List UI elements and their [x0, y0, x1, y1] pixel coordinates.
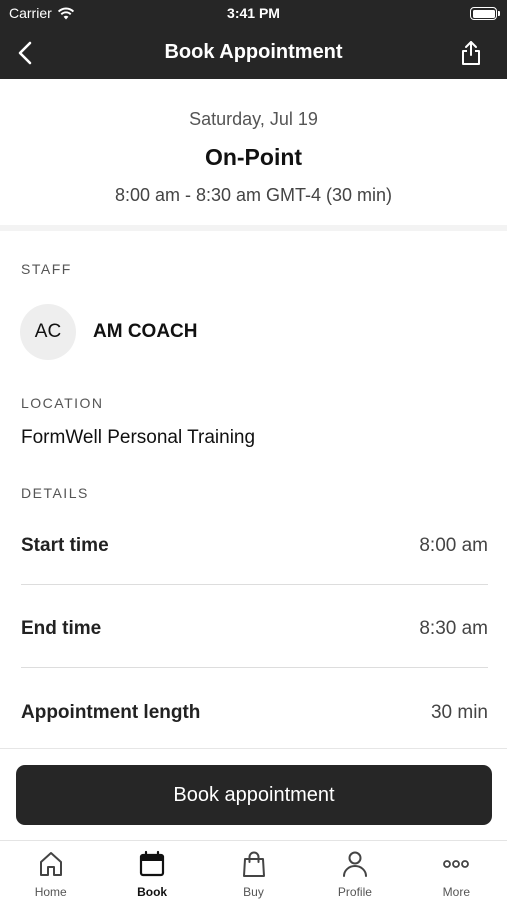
book-appointment-button[interactable]: Book appointment [16, 765, 492, 825]
appointment-date: Saturday, Jul 19 [189, 109, 318, 129]
staff-name: AM COACH [93, 321, 198, 342]
avatar-initials: AC [34, 321, 62, 342]
nav-bar: Book Appointment [0, 28, 507, 79]
more-dots-icon [443, 860, 470, 868]
detail-row-end-time: End time 8:30 am [21, 618, 488, 702]
detail-value: 30 min [430, 702, 488, 723]
tab-buy[interactable]: Buy [203, 841, 304, 900]
share-icon [462, 41, 480, 65]
status-bar: Carrier 3:41 PM [0, 0, 507, 28]
detail-label: Appointment length [21, 702, 201, 723]
battery-icon [470, 7, 500, 20]
detail-row-start-time: Start time 8:00 am [21, 535, 488, 619]
avatar: AC [20, 304, 76, 360]
tab-bar: Home Book Buy Profile More [0, 840, 507, 900]
page-title: Book Appointment [164, 41, 343, 63]
divider [0, 748, 507, 749]
tab-label: Profile [337, 885, 372, 899]
calendar-icon [140, 850, 165, 877]
tab-label: Book [137, 885, 168, 899]
tab-label: Buy [243, 885, 264, 899]
section-separator [0, 225, 507, 231]
status-time: 3:41 PM [227, 5, 280, 21]
share-button[interactable] [459, 40, 483, 66]
tab-label: Home [34, 885, 67, 899]
detail-label: Start time [21, 535, 109, 556]
tab-label: More [442, 885, 470, 899]
appointment-time-range: 8:00 am - 8:30 am GMT-4 (30 min) [114, 185, 393, 205]
detail-label: End time [21, 618, 102, 639]
divider [21, 667, 488, 668]
location-section-label: LOCATION [21, 395, 104, 411]
person-icon [342, 851, 367, 877]
staff-section-label: STAFF [21, 261, 72, 277]
tab-profile[interactable]: Profile [304, 841, 405, 900]
appointment-summary: Saturday, Jul 19 On-Point 8:00 am - 8:30… [0, 79, 507, 225]
location-value: FormWell Personal Training [21, 427, 256, 448]
tab-more[interactable]: More [406, 841, 507, 900]
divider [21, 584, 488, 585]
detail-value: 8:00 am [419, 535, 488, 556]
appointment-title: On-Point [204, 144, 303, 170]
tab-book[interactable]: Book [101, 841, 202, 900]
tab-home[interactable]: Home [0, 841, 101, 900]
detail-value: 8:30 am [419, 618, 488, 639]
details-section-label: DETAILS [21, 485, 89, 501]
shopping-bag-icon [242, 851, 265, 877]
home-icon [39, 852, 62, 876]
